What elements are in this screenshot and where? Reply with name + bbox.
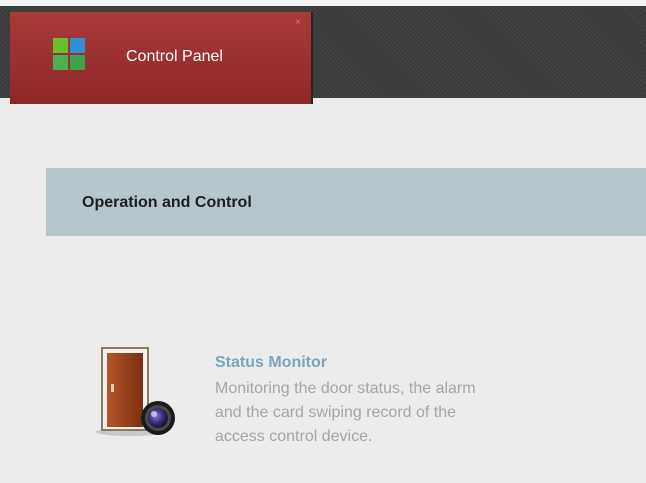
description-line: Monitoring the door status, the alarm [215,380,476,397]
tab-control-panel[interactable]: Control Panel × [10,12,311,104]
section-title: Operation and Control [82,194,252,211]
description-line: and the card swiping record of the [215,404,457,421]
tab-divider [311,12,313,104]
tab-label: Control Panel [126,48,223,65]
module-title[interactable]: Status Monitor [215,353,327,373]
section-header: Operation and Control [46,168,646,236]
status-monitor-module[interactable]: Status Monitor Monitoring the door statu… [88,344,646,483]
top-navigation-bar: Control Panel × [0,0,646,104]
close-icon[interactable]: × [293,18,303,28]
description-line: access control device. [215,428,373,445]
grid-icon [53,38,85,70]
door-camera-icon [96,347,175,436]
module-description: Monitoring the door status, the alarm an… [215,377,635,449]
